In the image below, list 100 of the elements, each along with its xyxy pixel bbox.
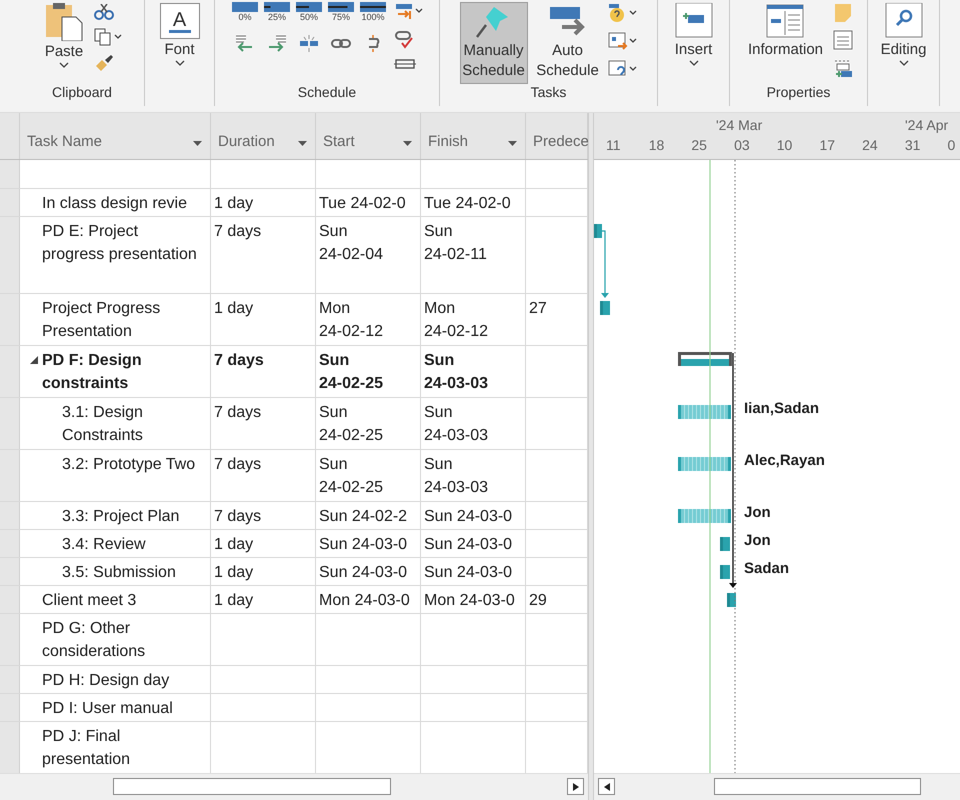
duration-cell: 7 days bbox=[214, 352, 264, 369]
duration-cell: 7 days bbox=[214, 508, 262, 525]
dropdown-arrow-icon[interactable] bbox=[193, 141, 202, 146]
column-header[interactable]: Duration bbox=[211, 113, 316, 159]
dropdown-arrow-icon[interactable] bbox=[403, 141, 412, 146]
group-label: Schedule bbox=[298, 84, 356, 100]
information-form-icon bbox=[765, 3, 806, 39]
start-date-cell: Sun 24-03-0 bbox=[319, 564, 408, 581]
clipboard-icon bbox=[44, 3, 84, 41]
indent-arrow-icon[interactable] bbox=[266, 34, 288, 52]
task-name: 3.5: Submission bbox=[62, 564, 176, 581]
timescale-day: 0 bbox=[948, 135, 960, 153]
caret-icon bbox=[898, 60, 908, 66]
start-date-cell: Mon 24-03-0 bbox=[319, 592, 410, 609]
editing-button[interactable]: Editing bbox=[876, 2, 930, 69]
scissors-icon[interactable] bbox=[94, 4, 114, 20]
horizontal-scrollbar[interactable] bbox=[0, 773, 588, 800]
finish-date-cell: Mon 24-02-12 bbox=[424, 300, 488, 340]
add-to-timeline-icon[interactable] bbox=[833, 58, 854, 78]
column-header[interactable]: Task Name bbox=[20, 113, 211, 159]
percent-complete-button[interactable]: 75% bbox=[326, 2, 356, 22]
manual-task-bar[interactable] bbox=[678, 456, 731, 471]
duration-cell: 1 day bbox=[214, 536, 254, 553]
percent-complete-button[interactable]: 100% bbox=[358, 2, 388, 22]
unlink-icon[interactable] bbox=[298, 34, 320, 52]
resource-label: Iian,Sadan bbox=[744, 400, 820, 417]
task-bar[interactable] bbox=[720, 536, 730, 551]
font-button[interactable]: A Font bbox=[156, 2, 204, 69]
predecessors-cell: 29 bbox=[529, 592, 547, 609]
dropdown-arrow-icon[interactable] bbox=[298, 141, 307, 146]
timescale-day: 11 bbox=[606, 135, 649, 153]
start-date-cell: Mon 24-02-12 bbox=[319, 300, 384, 340]
timescale-day: 18 bbox=[648, 135, 692, 153]
scroll-right-button[interactable] bbox=[567, 778, 584, 795]
search-icon bbox=[884, 3, 924, 39]
task-bar[interactable] bbox=[594, 224, 602, 238]
task-name: 3.3: Project Plan bbox=[62, 508, 180, 525]
timescale-day: 10 bbox=[776, 135, 820, 153]
calendar-move-icon[interactable] bbox=[608, 32, 638, 52]
task-name: PD G: Other considerations bbox=[42, 620, 146, 660]
start-date-cell: Sun 24-03-0 bbox=[319, 536, 408, 553]
task-name: PD J: Final presentation bbox=[42, 728, 130, 768]
brush-icon[interactable] bbox=[94, 54, 114, 72]
task-bar[interactable] bbox=[720, 564, 730, 579]
auto-schedule-button[interactable]: Auto Schedule bbox=[534, 2, 602, 84]
task-name: PD F: Design constraints bbox=[42, 352, 142, 392]
copy-icon[interactable] bbox=[94, 28, 124, 46]
timescale-month: '24 Mar bbox=[716, 117, 762, 133]
finish-date-cell: Sun 24-03-0 bbox=[424, 564, 512, 581]
move-task-icon[interactable] bbox=[394, 4, 424, 22]
timescale-day: 24 bbox=[862, 135, 905, 153]
start-date-cell: Sun 24-02-04 bbox=[319, 223, 384, 263]
percent-complete-button[interactable]: 25% bbox=[262, 2, 292, 22]
dependency-arrow bbox=[601, 230, 609, 298]
finish-date-cell: Sun 24-03-03 bbox=[424, 352, 488, 392]
details-icon[interactable] bbox=[833, 30, 854, 50]
column-header[interactable]: Start bbox=[316, 113, 421, 159]
duration-cell: 1 day bbox=[214, 195, 254, 212]
task-name: In class design revie bbox=[42, 195, 187, 212]
finish-date-cell: Tue 24-02-0 bbox=[424, 195, 511, 212]
collapse-triangle-icon[interactable] bbox=[30, 356, 38, 364]
task-bar[interactable] bbox=[727, 592, 736, 607]
split-task-icon[interactable] bbox=[394, 58, 416, 70]
scroll-left-button[interactable] bbox=[598, 778, 615, 796]
information-button[interactable]: Information bbox=[744, 2, 828, 61]
task-name: Client meet 3 bbox=[42, 592, 136, 609]
timescale-day: 31 bbox=[904, 135, 948, 153]
task-name: 3.2: Prototype Two bbox=[62, 456, 196, 473]
task-inspect-icon[interactable] bbox=[608, 4, 638, 24]
manual-schedule-button[interactable]: Manually Schedule bbox=[460, 2, 528, 84]
resource-label: Sadan bbox=[744, 560, 790, 577]
finish-date-cell: Sun 24-03-0 bbox=[424, 508, 512, 525]
timescale-day: 17 bbox=[819, 135, 862, 153]
duration-cell: 7 days bbox=[214, 223, 262, 240]
percent-complete-button[interactable]: 50% bbox=[294, 2, 324, 22]
paste-button[interactable]: Paste bbox=[40, 2, 88, 71]
task-name: Project Progress Presentation bbox=[42, 300, 160, 340]
caret-icon bbox=[688, 60, 698, 66]
task-bar[interactable] bbox=[600, 300, 610, 315]
start-date-cell: Tue 24-02-0 bbox=[319, 195, 406, 212]
dropdown-arrow-icon[interactable] bbox=[508, 141, 517, 146]
group-label: Clipboard bbox=[52, 84, 112, 100]
start-date-cell: Sun 24-02-2 bbox=[319, 508, 408, 525]
summary-bar[interactable] bbox=[678, 352, 732, 366]
timescale-day: 25 bbox=[691, 135, 734, 153]
scrollbar-thumb[interactable] bbox=[714, 778, 921, 796]
column-header[interactable]: Finish bbox=[421, 113, 526, 159]
scrollbar-thumb[interactable] bbox=[113, 778, 391, 795]
group-label: Tasks bbox=[530, 84, 566, 100]
resource-label: Jon bbox=[744, 532, 771, 549]
task-name: PD H: Design day bbox=[42, 672, 170, 689]
finish-date-cell: Sun 24-03-0 bbox=[424, 536, 512, 553]
percent-complete-button[interactable]: 0% bbox=[230, 2, 260, 22]
group-label: Properties bbox=[766, 84, 830, 100]
insert-button[interactable]: Insert bbox=[670, 2, 718, 69]
manual-task-bar[interactable] bbox=[678, 404, 731, 419]
finish-date-cell: Sun 24-02-11 bbox=[424, 223, 487, 263]
manual-task-bar[interactable] bbox=[678, 508, 731, 523]
start-date-cell: Sun 24-02-25 bbox=[319, 456, 384, 496]
task-name: 3.1: Design Constraints bbox=[62, 404, 143, 444]
